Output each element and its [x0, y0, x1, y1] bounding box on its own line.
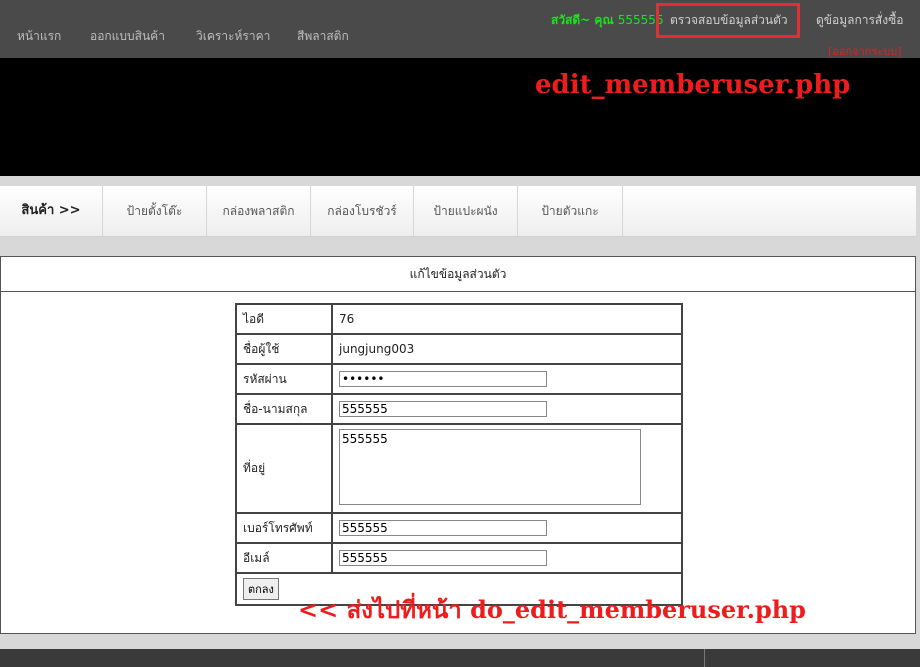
address-cell: 555555: [331, 423, 683, 514]
email-label: อีเมล์: [235, 542, 333, 574]
highlight-box: [656, 3, 800, 38]
annotation-page-name: edit_memberuser.php: [535, 70, 851, 100]
nav-home[interactable]: หน้าแรก: [17, 27, 61, 46]
password-label: รหัสผ่าน: [235, 363, 333, 395]
address-textarea[interactable]: 555555: [339, 429, 641, 505]
nav-plastic-colors[interactable]: สีพลาสติก: [297, 27, 349, 46]
row-id: ไอดี 76: [235, 303, 683, 335]
row-fullname: ชื่อ-นามสกุล: [235, 393, 683, 425]
address-label: ที่อยู่: [235, 423, 333, 514]
edit-profile-form: ไอดี 76 ชื่อผู้ใช้ jungjung003 รหัสผ่าน …: [235, 303, 683, 606]
row-username: ชื่อผู้ใช้ jungjung003: [235, 333, 683, 365]
password-cell: [331, 363, 683, 395]
product-item-cut-letter-sign[interactable]: ป้ายตัวแกะ: [518, 186, 623, 236]
edit-profile-panel: แก้ไขข้อมูลส่วนตัว ไอดี 76 ชื่อผู้ใช้ ju…: [0, 256, 916, 634]
username-value: jungjung003: [331, 333, 683, 365]
annotation-submit-target: << ส่งไปที่หน้า do_edit_memberuser.php: [298, 595, 806, 624]
product-item-table-stand[interactable]: ป้ายตั้งโต๊ะ: [103, 186, 207, 236]
footer-divider: [704, 649, 705, 667]
row-address: ที่อยู่ 555555: [235, 423, 683, 514]
phone-input[interactable]: [339, 520, 547, 536]
panel-title: แก้ไขข้อมูลส่วนตัว: [1, 257, 915, 292]
row-password: รหัสผ่าน: [235, 363, 683, 395]
phone-label: เบอร์โทรศัพท์: [235, 512, 333, 544]
row-phone: เบอร์โทรศัพท์: [235, 512, 683, 544]
phone-cell: [331, 512, 683, 544]
fullname-input[interactable]: [339, 401, 547, 417]
product-item-brochure-box[interactable]: กล่องโบรชัวร์: [311, 186, 414, 236]
id-label: ไอดี: [235, 303, 333, 335]
product-item-wall-sign[interactable]: ป้ายแปะผนัง: [414, 186, 518, 236]
row-email: อีเมล์: [235, 542, 683, 574]
top-nav-bar: หน้าแรก ออกแบบสินค้า วิเคราะห์ราคา สีพลา…: [0, 0, 920, 58]
greeting-text: สวัสดี~ คุณ 555555: [551, 11, 664, 30]
submit-button[interactable]: ตกลง: [243, 578, 279, 600]
product-menu-header: สินค้า >>: [0, 186, 103, 236]
nav-design-product[interactable]: ออกแบบสินค้า: [90, 27, 165, 46]
id-value: 76: [331, 303, 683, 335]
orders-link[interactable]: ดูข้อมูลการสั่งซื้อ: [816, 11, 903, 30]
email-input[interactable]: [339, 550, 547, 566]
nav-price-analysis[interactable]: วิเคราะห์ราคา: [196, 27, 270, 46]
greeting-label: สวัสดี~ คุณ: [551, 13, 614, 27]
fullname-cell: [331, 393, 683, 425]
footer-bar: [0, 649, 920, 667]
email-cell: [331, 542, 683, 574]
fullname-label: ชื่อ-นามสกุล: [235, 393, 333, 425]
username-label: ชื่อผู้ใช้: [235, 333, 333, 365]
password-input[interactable]: [339, 371, 547, 387]
product-item-plastic-box[interactable]: กล่องพลาสติก: [207, 186, 311, 236]
product-menu-bar: สินค้า >> ป้ายตั้งโต๊ะ กล่องพลาสติก กล่อ…: [0, 186, 916, 237]
